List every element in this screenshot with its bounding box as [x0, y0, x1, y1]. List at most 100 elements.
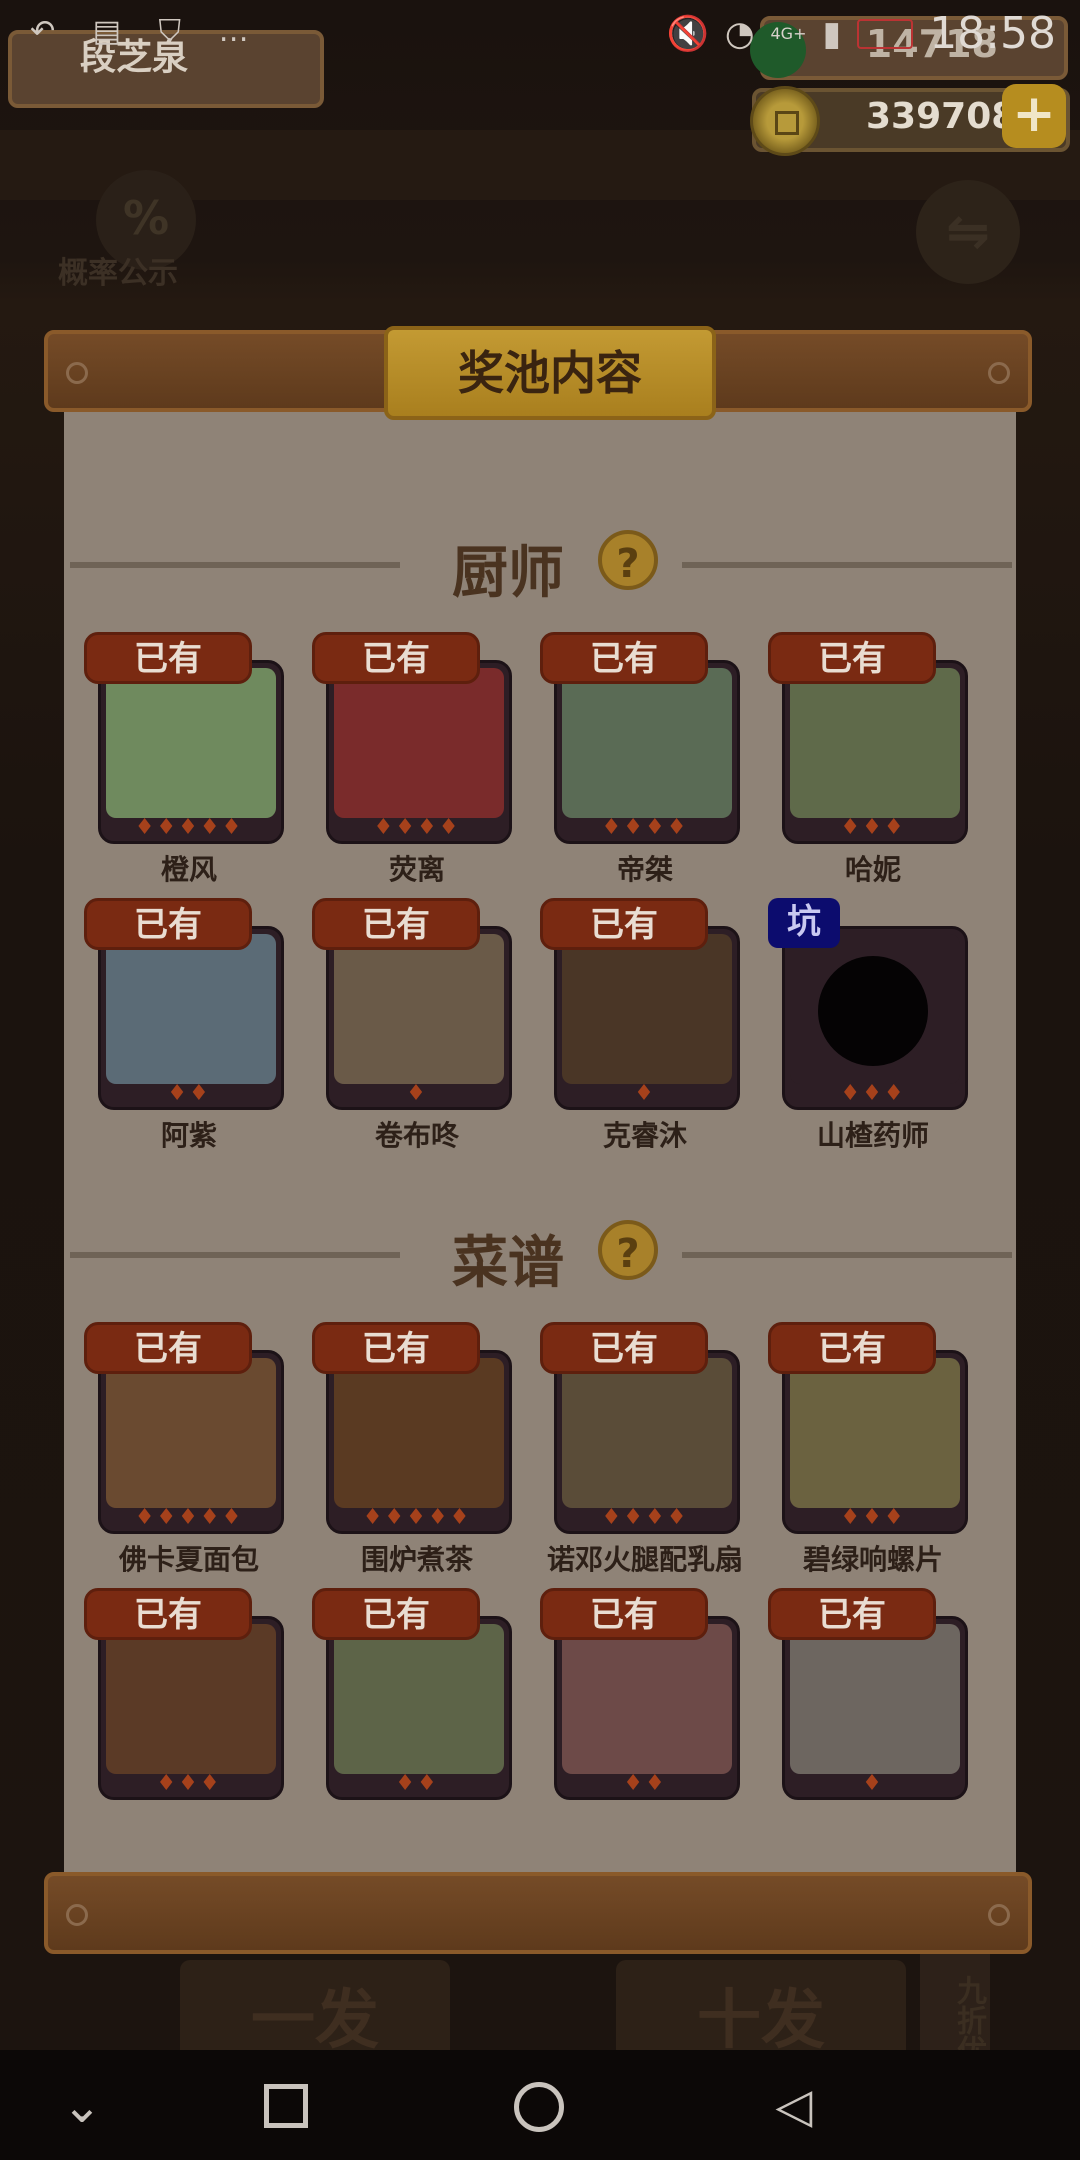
chevron-down-icon[interactable]: ⌄ [52, 2076, 112, 2136]
recipe-card[interactable]: 已有 ♦♦♦♦ 诺邓火腿配乳扇 [540, 1322, 750, 1576]
owned-badge: 已有 [84, 898, 252, 950]
owned-badge: 已有 [312, 1588, 480, 1640]
chef-portrait [106, 668, 276, 818]
recipe-card[interactable]: 已有 ♦♦ [312, 1588, 522, 1824]
coin-count: 339708 [866, 96, 1017, 137]
recipe-name: 佛卡夏面包 [118, 1543, 259, 1576]
owned-badge: 已有 [768, 632, 936, 684]
chef-name: 帝桀 [616, 853, 673, 886]
owned-badge: 已有 [84, 632, 252, 684]
recipe-section-header: 菜谱 ? [64, 1218, 1016, 1296]
signal-icon: ▮ [822, 13, 842, 54]
status-left-icons: ↶ ▤ ⛉ … [30, 14, 263, 49]
recipe-card[interactable]: 已有 ♦♦♦ [84, 1588, 294, 1824]
nail-icon [988, 362, 1010, 384]
owned-badge: 已有 [540, 632, 708, 684]
chef-card[interactable]: 已有 ♦♦ 阿紫 [84, 898, 294, 1152]
owned-badge: 已有 [540, 1322, 708, 1374]
recipe-portrait [562, 1358, 732, 1508]
chef-name: 阿紫 [160, 1119, 217, 1152]
recipe-card[interactable]: 已有 ♦ [768, 1588, 978, 1824]
owned-badge: 已有 [84, 1588, 252, 1640]
prize-pool-panel: 厨师 ? 已有 ♦♦♦♦♦ 橙风 已有 ♦♦♦♦ 荧离 已有 ♦♦♦♦ 帝桀 已有 ♦♦♦ 哈妮 已有 ♦… [64, 410, 1016, 1872]
chef-card[interactable]: 已有 ♦♦♦♦ 帝桀 [540, 632, 750, 886]
swap-round-icon[interactable]: ⇋ [916, 180, 1020, 284]
chef-card[interactable]: 已有 ♦♦♦♦♦ 橙风 [84, 632, 294, 886]
divider [682, 562, 1012, 568]
recipe-card[interactable]: 已有 ♦♦♦♦♦ 佛卡夏面包 [84, 1322, 294, 1576]
home-icon[interactable] [514, 2082, 564, 2132]
battery-icon [857, 18, 914, 49]
probability-label[interactable]: 概率公示 [58, 248, 178, 292]
flame-rating-icon: ♦♦♦ [840, 1505, 906, 1530]
recipe-portrait [334, 1624, 504, 1774]
chef-card[interactable]: 已有 ♦♦♦ 哈妮 [768, 632, 978, 886]
divider [682, 1252, 1012, 1258]
chef-card[interactable]: 已有 ♦ 卷布咚 [312, 898, 522, 1152]
nail-icon [66, 362, 88, 384]
chef-name: 荧离 [388, 853, 445, 886]
chef-card[interactable]: 已有 ♦♦♦♦ 荧离 [312, 632, 522, 886]
status-right: 🔇 ◔ 4G+ ▮ 18:58 [666, 8, 1056, 59]
recipe-portrait [106, 1624, 276, 1774]
chef-name: 卷布咚 [374, 1119, 459, 1152]
recipe-section-title: 菜谱 [452, 1231, 564, 1296]
chef-card[interactable]: 已有 ♦ 克睿沐 [540, 898, 750, 1152]
divider [70, 1252, 400, 1258]
chef-help-icon[interactable]: ? [598, 530, 658, 590]
system-nav-bar: ⌄ ◁ [0, 2050, 1080, 2160]
clock: 18:58 [929, 8, 1056, 59]
owned-badge: 已有 [768, 1588, 936, 1640]
chef-name: 橙风 [160, 853, 217, 886]
recipe-card[interactable]: 已有 ♦♦♦ 碧绿响螺片 [768, 1322, 978, 1576]
add-coins-button[interactable]: + [1002, 84, 1066, 148]
recipe-card[interactable]: 已有 ♦♦ [540, 1588, 750, 1824]
silhouette-icon [818, 956, 928, 1066]
network-label: 4G+ [770, 24, 807, 43]
recipe-help-icon[interactable]: ? [598, 1220, 658, 1280]
divider [70, 562, 400, 568]
recipe-card[interactable]: 已有 ♦♦♦♦♦ 围炉煮茶 [312, 1322, 522, 1576]
flame-rating-icon: ♦♦♦ [840, 1081, 906, 1106]
owned-badge: 已有 [768, 1322, 936, 1374]
flame-rating-icon: ♦♦♦♦ [373, 815, 461, 840]
chef-name: 哈妮 [844, 853, 901, 886]
recipe-portrait [790, 1358, 960, 1508]
owned-badge: 已有 [84, 1322, 252, 1374]
flame-rating-icon: ♦♦♦♦♦ [134, 1505, 244, 1530]
flame-rating-icon: ♦♦♦♦♦ [362, 1505, 472, 1530]
owned-badge: 已有 [312, 898, 480, 950]
flame-rating-icon: ♦♦♦♦♦ [134, 815, 244, 840]
recents-icon[interactable] [264, 2084, 308, 2128]
nail-icon [66, 1904, 88, 1926]
flame-rating-icon: ♦♦ [167, 1081, 211, 1106]
scroll-bottom-rod [44, 1872, 1032, 1954]
flame-rating-icon: ♦♦♦♦ [601, 815, 689, 840]
recipe-portrait [790, 1624, 960, 1774]
mute-icon: 🔇 [666, 13, 709, 54]
chef-portrait [562, 668, 732, 818]
owned-badge: 已有 [312, 1322, 480, 1374]
chef-section-header: 厨师 ? [64, 528, 1016, 606]
panel-title: 奖池内容 [384, 326, 716, 420]
wifi-icon: ◔ [724, 13, 755, 54]
owned-badge: 已有 [312, 632, 480, 684]
flame-rating-icon: ♦ [634, 1081, 656, 1106]
chef-portrait [790, 668, 960, 818]
chef-name: 克睿沐 [602, 1119, 687, 1152]
chef-portrait [334, 668, 504, 818]
chef-portrait [106, 934, 276, 1084]
pit-badge: 坑 [768, 898, 840, 948]
chef-card[interactable]: 坑 ♦♦♦ 山楂药师 [768, 898, 978, 1152]
coin-icon [750, 86, 820, 156]
flame-rating-icon: ♦♦♦ [156, 1771, 222, 1796]
flame-rating-icon: ♦ [406, 1081, 428, 1106]
flame-rating-icon: ♦♦♦♦ [601, 1505, 689, 1530]
recipe-portrait [334, 1358, 504, 1508]
chef-portrait [562, 934, 732, 1084]
owned-badge: 已有 [540, 898, 708, 950]
recipe-name: 碧绿响螺片 [802, 1543, 943, 1576]
flame-rating-icon: ♦♦♦ [840, 815, 906, 840]
recipe-name: 围炉煮茶 [360, 1543, 473, 1576]
back-icon[interactable]: ◁ [764, 2076, 824, 2136]
